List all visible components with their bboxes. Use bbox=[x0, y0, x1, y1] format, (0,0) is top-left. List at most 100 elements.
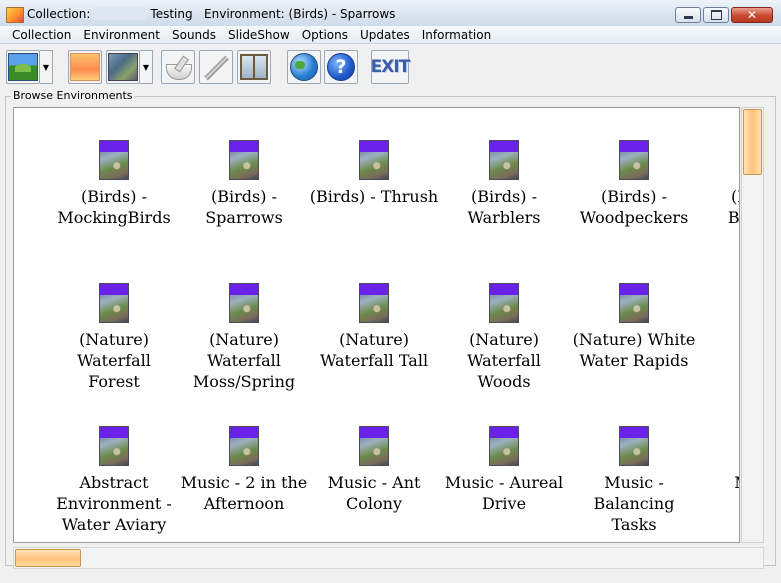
item-label: Music - Ant Colony bbox=[327, 473, 421, 513]
item-label: (Birds) - Sparrows bbox=[205, 187, 283, 227]
browse-group-label: Browse Environments bbox=[11, 89, 135, 102]
minimize-button[interactable] bbox=[675, 7, 701, 23]
vertical-scroll-thumb[interactable] bbox=[743, 109, 762, 175]
environment-browser[interactable]: (Birds) - MockingBirds (Birds) - Sparrow… bbox=[13, 107, 740, 543]
exit-button[interactable]: EXIT bbox=[370, 50, 411, 84]
list-item[interactable]: Abstract Environment - Water Aviary bbox=[49, 426, 179, 535]
item-label: Abstract Environment - Water Aviary bbox=[56, 473, 172, 534]
environment-icon bbox=[108, 53, 138, 81]
globe-icon bbox=[290, 53, 318, 81]
menu-sounds[interactable]: Sounds bbox=[166, 27, 222, 43]
list-item[interactable]: (Birds) - Warblers bbox=[439, 140, 569, 228]
item-label: (Birds) - Babblers bbox=[727, 187, 740, 227]
environment-thumbnail bbox=[99, 283, 129, 323]
environment-thumbnail bbox=[99, 140, 129, 180]
list-item[interactable]: (Nature) Waterfall Tall bbox=[309, 283, 439, 371]
app-icon bbox=[6, 7, 24, 23]
sunset-button[interactable] bbox=[68, 50, 102, 84]
list-item[interactable]: (Birds) - Thrush bbox=[309, 140, 439, 207]
list-item[interactable]: (Nature) Waterfall Moss/Spring bbox=[179, 283, 309, 392]
title-prefix: Collection: bbox=[27, 7, 91, 21]
horizontal-scrollbar[interactable] bbox=[13, 547, 764, 569]
menu-environment[interactable]: Environment bbox=[77, 27, 166, 43]
item-label: Music - Pla bbox=[699, 472, 739, 514]
item-label: (Nature) Waterfall Forest bbox=[77, 330, 151, 391]
menu-updates[interactable]: Updates bbox=[354, 27, 416, 43]
window-title: Collection: Testing Environment: (Birds) … bbox=[27, 7, 395, 21]
item-label: (Nature) Waterfall Woods bbox=[467, 330, 541, 391]
close-button[interactable]: ✕ bbox=[731, 7, 773, 23]
list-item[interactable]: Music - Ant Colony bbox=[309, 426, 439, 514]
window-controls: ✕ bbox=[675, 7, 773, 23]
vertical-scrollbar[interactable] bbox=[741, 107, 764, 543]
environment-thumbnail bbox=[359, 283, 389, 323]
title-environment: Environment: (Birds) - Sparrows bbox=[204, 7, 396, 21]
item-label: (Birds) - MockingBirds bbox=[57, 187, 171, 227]
menu-information[interactable]: Information bbox=[416, 27, 497, 43]
list-item[interactable]: (Nature) Waterfall Woods bbox=[439, 283, 569, 392]
help-icon: ? bbox=[327, 53, 355, 81]
list-item[interactable]: (Birds) - Woodpeckers bbox=[569, 140, 699, 228]
environment-thumbnail bbox=[99, 426, 129, 466]
list-item[interactable]: Music - Pla bbox=[699, 426, 739, 514]
window-icon bbox=[240, 54, 268, 80]
title-collection: Testing bbox=[150, 7, 193, 21]
environment-thumbnail bbox=[229, 283, 259, 323]
maximize-button[interactable] bbox=[703, 7, 729, 23]
environment-thumbnail bbox=[359, 426, 389, 466]
item-label: Music - 2 in the Afternoon bbox=[180, 473, 308, 513]
list-item[interactable]: (Birds) - Babblers bbox=[699, 140, 740, 228]
item-label: (Birds) - Thrush bbox=[309, 187, 439, 206]
list-item[interactable]: (Birds) - MockingBirds bbox=[49, 140, 179, 228]
maximize-icon bbox=[710, 10, 722, 20]
minimize-icon bbox=[683, 16, 693, 19]
environment-thumbnail bbox=[619, 283, 649, 323]
list-item[interactable]: (Nature) White Water Rapids bbox=[569, 283, 699, 371]
landscape-button[interactable] bbox=[6, 50, 40, 84]
mortar-pestle-icon bbox=[164, 56, 192, 80]
item-label: (S bbox=[699, 329, 739, 350]
exit-icon: EXIT bbox=[370, 57, 411, 77]
item-label: Music - Balancing Tasks bbox=[593, 473, 675, 534]
list-item[interactable]: Music - 2 in the Afternoon bbox=[179, 426, 309, 514]
wrench-button[interactable] bbox=[199, 50, 233, 84]
window-button[interactable] bbox=[237, 50, 271, 84]
title-bar: Collection: Testing Environment: (Birds) … bbox=[0, 0, 781, 29]
environment-thumbnail bbox=[489, 283, 519, 323]
environment-thumbnail bbox=[489, 140, 519, 180]
environment-thumbnail bbox=[619, 426, 649, 466]
menu-collection[interactable]: Collection bbox=[6, 27, 77, 43]
item-label: Music - Aureal Drive bbox=[444, 473, 564, 513]
chevron-down-icon: ▼ bbox=[142, 62, 150, 72]
environment-dropdown[interactable]: ▼ bbox=[140, 50, 153, 84]
list-item[interactable]: (S bbox=[699, 283, 739, 350]
item-label: (Nature) Waterfall Tall bbox=[319, 330, 429, 370]
toolbar: ▼ ▼ ? EXIT bbox=[0, 46, 781, 90]
menu-slideshow[interactable]: SlideShow bbox=[222, 27, 296, 43]
environment-thumbnail bbox=[619, 140, 649, 180]
list-item[interactable]: (Nature) Waterfall Forest bbox=[49, 283, 179, 392]
environment-thumbnail bbox=[359, 140, 389, 180]
list-item[interactable]: (Birds) - Sparrows bbox=[179, 140, 309, 228]
horizontal-scroll-thumb[interactable] bbox=[15, 549, 81, 567]
environment-thumbnail bbox=[229, 426, 259, 466]
mortar-button[interactable] bbox=[161, 50, 195, 84]
landscape-dropdown[interactable]: ▼ bbox=[40, 50, 53, 84]
menu-bar: Collection Environment Sounds SlideShow … bbox=[0, 26, 781, 44]
item-label: (Nature) Waterfall Moss/Spring bbox=[192, 330, 296, 391]
item-label: (Birds) - Warblers bbox=[467, 187, 541, 227]
help-button[interactable]: ? bbox=[324, 50, 358, 84]
environment-button[interactable] bbox=[106, 50, 140, 84]
landscape-icon bbox=[8, 53, 38, 81]
web-button[interactable] bbox=[287, 50, 321, 84]
list-item[interactable]: Music - Aureal Drive bbox=[439, 426, 569, 514]
wrench-icon bbox=[202, 53, 230, 81]
menu-options[interactable]: Options bbox=[296, 27, 354, 43]
environment-thumbnail bbox=[229, 140, 259, 180]
close-icon: ✕ bbox=[746, 8, 758, 22]
list-item[interactable]: Music - Balancing Tasks bbox=[569, 426, 699, 535]
item-label: (Nature) White Water Rapids bbox=[572, 330, 696, 370]
sunset-icon bbox=[70, 53, 100, 81]
item-label: (Birds) - Woodpeckers bbox=[579, 187, 689, 227]
masked-text bbox=[94, 7, 147, 20]
